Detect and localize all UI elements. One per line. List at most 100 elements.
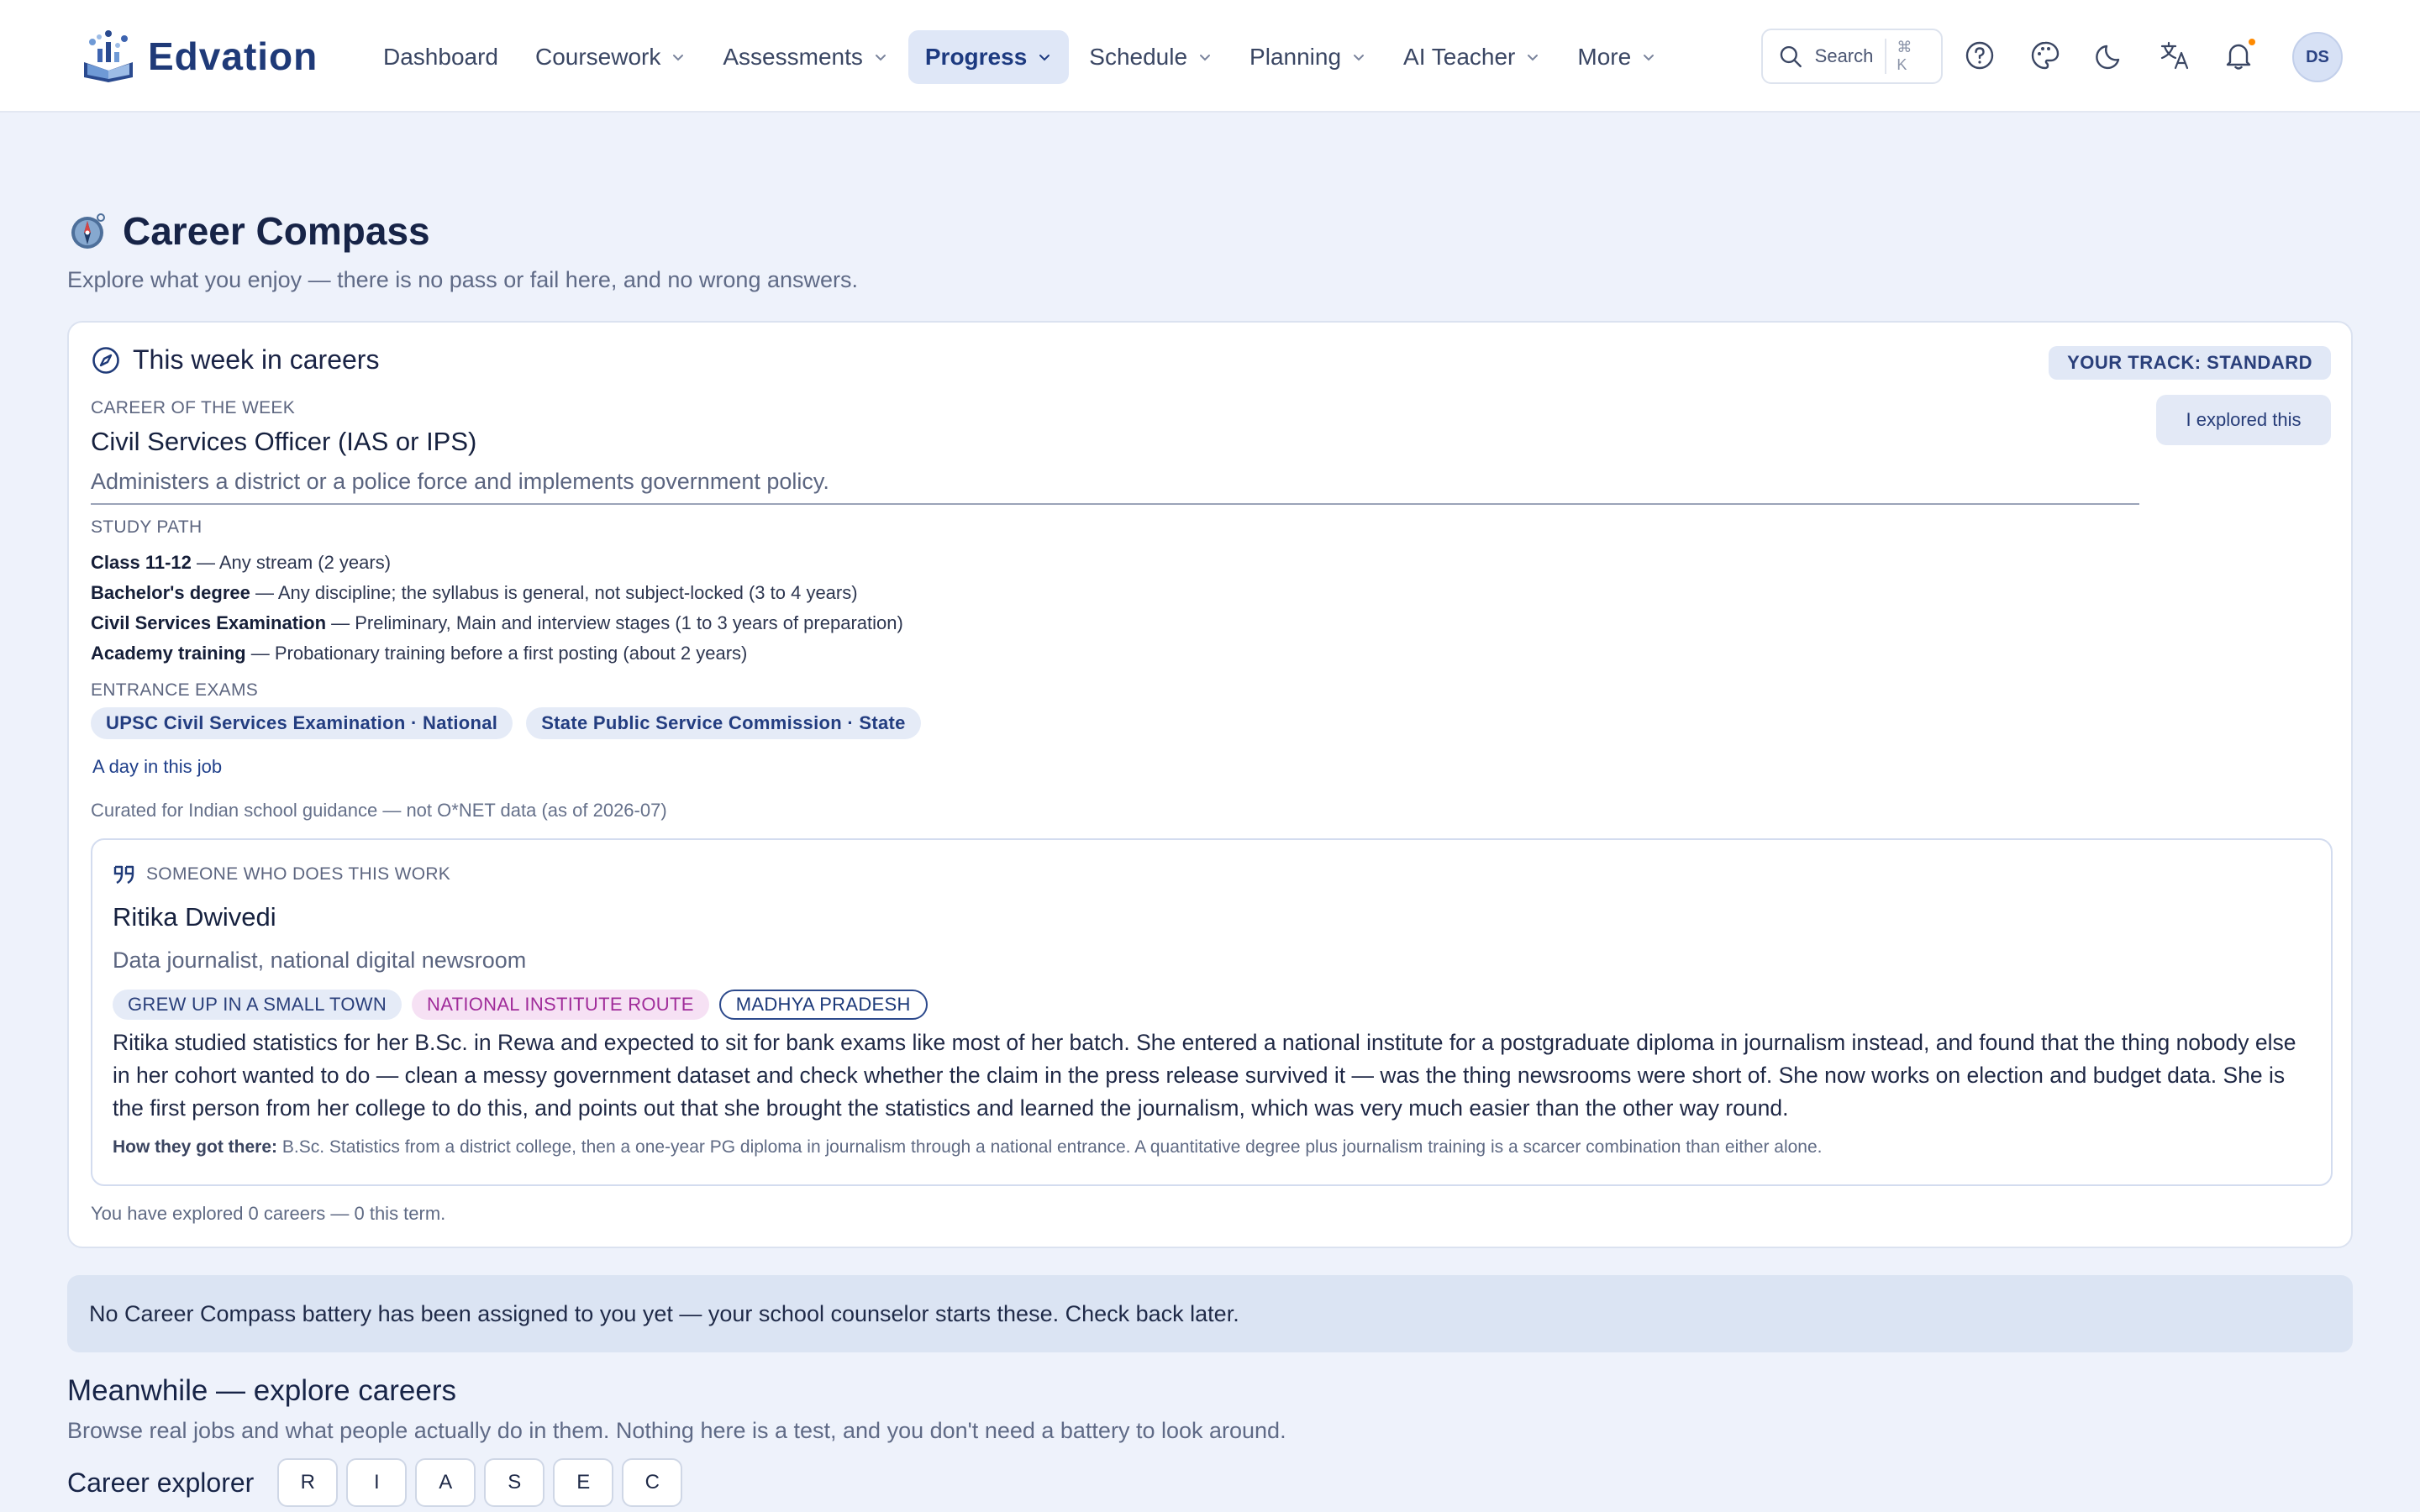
curated-note: Curated for Indian school guidance — not… [91,800,667,821]
chevron-down-icon [1039,55,1050,61]
person-tag: GREW UP IN A SMALL TOWN [113,990,402,1020]
explored-count: You have explored 0 careers — 0 this ter… [91,1203,446,1224]
page-header: Career Compass Explore what you enjoy — … [67,208,858,293]
card-header: This week in careers [91,344,379,375]
nav-assessments[interactable]: Assessments [706,30,905,84]
card-title: This week in careers [133,344,380,375]
riasec-filter-e[interactable]: E [553,1458,614,1507]
chevron-down-icon [1200,55,1211,61]
nav-label: AI Teacher [1403,44,1516,70]
help-button[interactable] [1961,37,1998,74]
day-in-job-link[interactable]: A day in this job [92,756,222,778]
how-they-got-there: How they got there: B.Sc. Statistics fro… [113,1137,1823,1158]
study-path-step: Class 11-12 — Any stream (2 years) [91,548,903,578]
study-path-label: STUDY PATH [91,517,203,537]
exam-chip: State Public Service Commission · State [526,707,921,739]
career-of-week-card: This week in careers YOUR TRACK: STANDAR… [67,321,2353,1248]
career-description: Administers a district or a police force… [91,469,2139,505]
riasec-filter-s[interactable]: S [484,1458,545,1507]
exam-chip: UPSC Civil Services Examination · Nation… [91,707,513,739]
search-label: Search [1814,45,1874,66]
dark-mode-button[interactable] [2092,37,2129,74]
entrance-exams-label: ENTRANCE EXAMS [91,680,259,700]
how-text: B.Sc. Statistics from a district college… [277,1137,1823,1157]
step-title: Academy training [91,643,246,664]
nav-label: Assessments [723,44,863,70]
step-title: Class 11-12 [91,552,192,573]
person-story: Ritika studied statistics for her B.Sc. … [113,1030,2296,1121]
entrance-exams-list: UPSC Civil Services Examination · Nation… [91,707,934,739]
chevron-down-icon [1644,55,1655,61]
person-tag: NATIONAL INSTITUTE ROUTE [412,990,709,1020]
step-detail: — Any stream (2 years) [191,552,392,573]
compass-icon [92,346,119,374]
chevron-down-icon [1354,55,1365,61]
explore-section-title: Meanwhile — explore careers [67,1374,456,1407]
edvation-logo-icon [84,30,133,82]
palette-icon [2031,41,2060,70]
person-story-card: SOMEONE WHO DOES THIS WORK Ritika Dwived… [91,838,2333,1186]
study-path-step: Civil Services Examination — Preliminary… [91,608,903,638]
person-tags: GREW UP IN A SMALL TOWN NATIONAL INSTITU… [113,990,938,1020]
search-icon [1780,45,1802,68]
brand-name: Edvation [148,34,318,78]
nav-label: Dashboard [383,44,498,70]
step-title: Bachelor's degree [91,582,250,603]
page-title: Career Compass [123,209,430,253]
help-icon [1965,41,1994,70]
person-card-header: SOMEONE WHO DOES THIS WORK [113,864,450,885]
study-path-step: Academy training — Probationary training… [91,638,903,669]
explore-section-subtitle: Browse real jobs and what people actuall… [67,1418,1286,1443]
notifications-button[interactable] [2220,37,2257,74]
main-nav: Dashboard Coursework Assessments Progres… [366,30,1676,84]
translate-icon [2160,41,2189,70]
quote-icon [113,865,134,885]
person-tag: MADHYA PRADESH [718,990,928,1020]
page-subtitle: Explore what you enjoy — there is no pas… [67,267,859,292]
step-title: Civil Services Examination [91,612,327,633]
notification-dot [2249,39,2255,45]
career-explorer-label: Career explorer [67,1467,255,1498]
chevron-down-icon [1528,55,1539,61]
career-name: Civil Services Officer (IAS or IPS) [91,427,477,456]
nav-planning[interactable]: Planning [1233,30,1383,84]
brand-logo[interactable]: Edvation [79,29,318,84]
compass-emoji-icon [71,213,105,249]
riasec-filter-i[interactable]: I [346,1458,408,1507]
language-button[interactable] [2156,37,2193,74]
person-name: Ritika Dwivedi [113,902,276,932]
i-explored-this-button[interactable]: I explored this [2156,395,2331,445]
nav-label: Coursework [534,44,661,70]
person-card-label: SOMEONE WHO DOES THIS WORK [146,864,451,884]
nav-schedule[interactable]: Schedule [1072,30,1229,84]
moon-icon [2096,45,2120,70]
battery-notice: No Career Compass battery has been assig… [67,1275,2353,1352]
nav-coursework[interactable]: Coursework [518,30,702,84]
nav-ai-teacher[interactable]: AI Teacher [1386,30,1557,84]
riasec-filter-a[interactable]: A [415,1458,476,1507]
nav-label: More [1577,44,1632,70]
nav-label: Progress [924,44,1028,70]
top-navigation-bar: Edvation Dashboard Coursework Assessment… [0,0,2420,113]
chevron-down-icon [875,55,886,61]
user-avatar[interactable]: DS [2292,32,2343,82]
person-role: Data journalist, national digital newsro… [113,948,527,973]
nav-label: Schedule [1089,44,1188,70]
step-detail: — Probationary training before a first p… [245,643,748,664]
career-explorer: Career explorer R I A S E C [67,1458,691,1507]
nav-progress[interactable]: Progress [908,30,1070,84]
chevron-down-icon [673,55,684,61]
riasec-filter-r[interactable]: R [277,1458,339,1507]
search-button[interactable]: Search ⌘ K [1761,29,1943,84]
career-of-week-label: CAREER OF THE WEEK [91,398,296,417]
nav-more[interactable]: More [1560,30,1673,84]
theme-palette-button[interactable] [2027,37,2064,74]
notice-text: No Career Compass battery has been assig… [89,1300,1239,1326]
study-path-step: Bachelor's degree — Any discipline; the … [91,578,903,608]
riasec-filter-c[interactable]: C [622,1458,683,1507]
page-title-row: Career Compass [67,208,858,254]
nav-dashboard[interactable]: Dashboard [366,30,515,84]
step-detail: — Any discipline; the syllabus is genera… [250,582,858,603]
how-label: How they got there: [113,1137,278,1157]
search-shortcut: ⌘ K [1885,39,1926,74]
